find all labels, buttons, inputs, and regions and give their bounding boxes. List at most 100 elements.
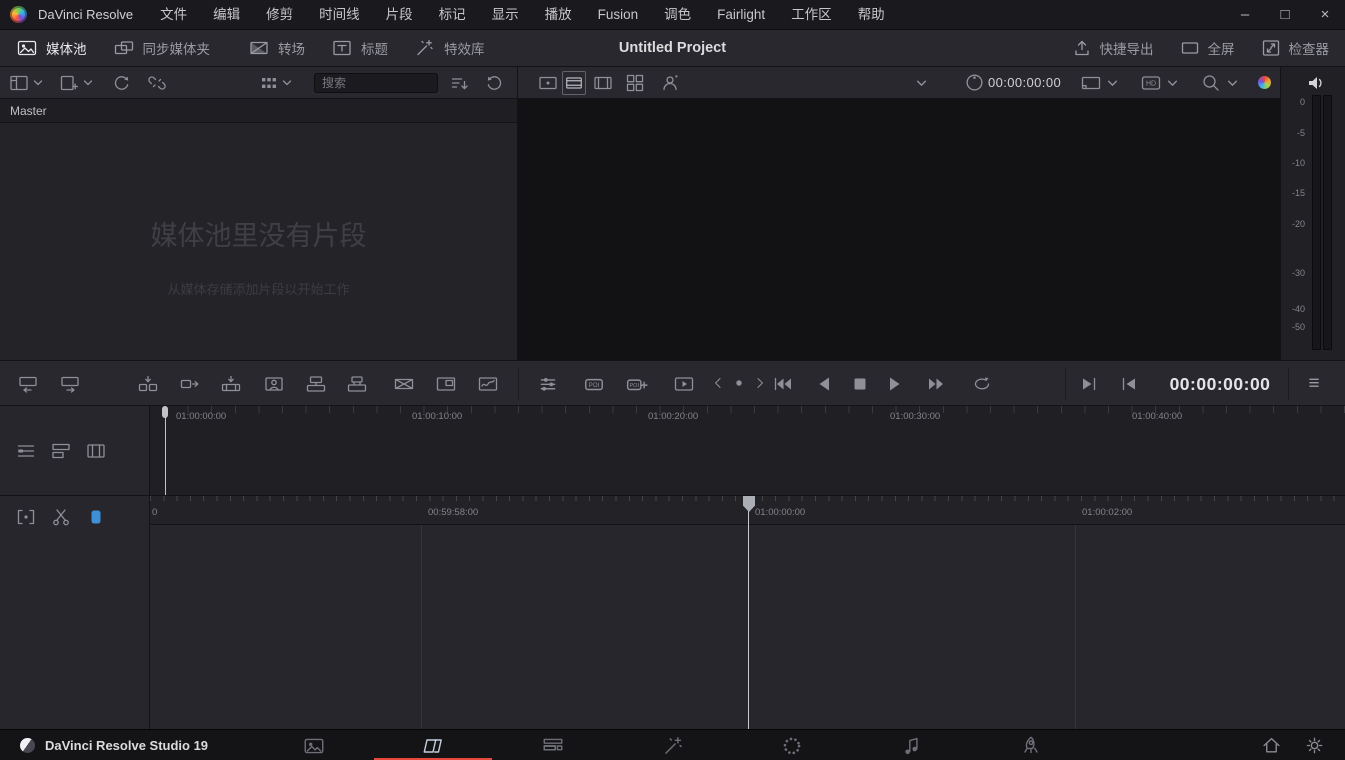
menu-edit[interactable]: 编辑 <box>200 0 253 30</box>
picture-in-picture-icon[interactable] <box>435 373 457 395</box>
page-fusion-button[interactable] <box>613 730 733 760</box>
transport-timecode[interactable]: 00:00:00:00 <box>1160 361 1280 407</box>
effects-button[interactable]: 特效库 <box>414 30 485 66</box>
home-icon[interactable] <box>1261 735 1282 756</box>
transitions-button[interactable]: 转场 <box>248 30 305 66</box>
menu-clip[interactable]: 片段 <box>373 0 426 30</box>
view-mode-chevron-icon[interactable] <box>282 79 292 87</box>
menu-timeline[interactable]: 时间线 <box>306 0 373 30</box>
stop-icon[interactable] <box>849 373 871 395</box>
shuttle-forward-icon[interactable] <box>752 375 768 391</box>
menu-file[interactable]: 文件 <box>147 0 200 30</box>
playback-settings-icon[interactable] <box>537 373 559 395</box>
menu-fairlight[interactable]: Fairlight <box>704 0 778 30</box>
proxy-hd-icon[interactable]: HD <box>1140 72 1162 94</box>
import-media-icon[interactable] <box>58 72 80 94</box>
search-input[interactable] <box>314 73 438 93</box>
play-icon[interactable] <box>884 373 906 395</box>
smart-insert-icon[interactable] <box>137 373 159 395</box>
relink-media-icon[interactable] <box>111 73 131 93</box>
in-out-range-icon[interactable] <box>15 506 37 528</box>
play-clip-icon[interactable] <box>673 373 695 395</box>
sort-icon[interactable] <box>449 73 469 93</box>
bin-header[interactable]: Master <box>0 99 517 123</box>
first-frame-icon[interactable] <box>772 373 794 395</box>
ai-reframe-icon[interactable] <box>659 72 681 94</box>
maximize-button[interactable]: □ <box>1265 0 1305 29</box>
proxy-chevron-icon[interactable] <box>1167 79 1178 88</box>
settings-gear-icon[interactable] <box>1304 735 1325 756</box>
refresh-icon[interactable] <box>485 73 505 93</box>
prev-edit-icon[interactable] <box>1118 373 1140 395</box>
loop-icon[interactable] <box>971 373 993 395</box>
last-frame-icon[interactable] <box>926 373 948 395</box>
timeline-view-icon[interactable] <box>592 72 614 94</box>
menu-view[interactable]: 显示 <box>479 0 532 30</box>
timeline-options-menu-icon[interactable]: ≡ <box>1302 361 1326 407</box>
page-color-button[interactable] <box>732 730 852 760</box>
lower-timeline[interactable]: 0 00:59:58:00 01:00:00:00 01:00:02:00 <box>150 496 1345 729</box>
viewer-panel[interactable] <box>518 99 1280 360</box>
titles-button[interactable]: 标题 <box>331 30 388 66</box>
ripple-overwrite-icon[interactable] <box>220 373 242 395</box>
fullscreen-button[interactable]: 全屏 <box>1180 30 1235 66</box>
menu-workspace[interactable]: 工作区 <box>778 0 845 30</box>
menu-playback[interactable]: 播放 <box>532 0 585 30</box>
page-edit-button[interactable] <box>493 730 613 760</box>
inspector-button[interactable]: 检查器 <box>1261 30 1330 66</box>
poi-icon[interactable]: POI <box>583 373 605 395</box>
clip-name-dropdown-icon[interactable] <box>916 79 927 88</box>
upper-timeline[interactable]: 01:00:00:00 01:00:10:00 01:00:20:00 01:0… <box>150 406 1345 496</box>
unlink-clip-icon[interactable] <box>147 73 167 93</box>
close-up-icon[interactable] <box>263 373 285 395</box>
smooth-cut-icon[interactable] <box>477 373 499 395</box>
page-deliver-button[interactable] <box>971 730 1091 760</box>
play-reverse-icon[interactable] <box>813 373 835 395</box>
menu-fusion[interactable]: Fusion <box>585 0 652 30</box>
resolution-chevron-icon[interactable] <box>1107 79 1118 88</box>
next-edit-icon[interactable] <box>1078 373 1100 395</box>
menu-mark[interactable]: 标记 <box>426 0 479 30</box>
bin-list-chevron-icon[interactable] <box>33 79 43 87</box>
menu-color[interactable]: 调色 <box>651 0 704 30</box>
media-pool-button[interactable]: 媒体池 <box>16 30 87 66</box>
mix-transition-icon[interactable] <box>393 373 415 395</box>
shuttle-stop-icon[interactable] <box>731 375 747 391</box>
source-overwrite-icon[interactable] <box>346 373 368 395</box>
source-tape-view-icon[interactable] <box>562 71 586 95</box>
close-button[interactable]: × <box>1305 0 1345 29</box>
upper-playhead[interactable] <box>165 406 166 495</box>
bin-list-icon[interactable] <box>8 72 30 94</box>
shuttle-reverse-icon[interactable] <box>710 375 726 391</box>
split-clip-icon[interactable] <box>50 506 72 528</box>
track-view-icon[interactable] <box>50 440 72 462</box>
color-management-icon[interactable] <box>1258 76 1271 89</box>
thumbnail-view-icon[interactable] <box>259 73 279 93</box>
page-cut-button[interactable] <box>373 730 493 760</box>
add-marker-icon[interactable] <box>85 506 107 528</box>
sync-bin-button[interactable]: 同步媒体夹 <box>113 30 211 66</box>
resolution-icon[interactable] <box>1080 72 1102 94</box>
menu-help[interactable]: 帮助 <box>845 0 898 30</box>
page-media-button[interactable] <box>254 730 374 760</box>
page-fairlight-button[interactable] <box>852 730 972 760</box>
lower-playhead[interactable] <box>748 496 749 729</box>
trim-in-icon[interactable] <box>17 373 39 395</box>
place-on-top-icon[interactable] <box>305 373 327 395</box>
source-clip-view-icon[interactable] <box>537 72 559 94</box>
multicam-view-icon[interactable] <box>624 72 646 94</box>
trim-out-icon[interactable] <box>59 373 81 395</box>
viewer-timecode[interactable]: 00:00:00:00 <box>988 67 1061 99</box>
minimize-button[interactable]: – <box>1225 0 1265 29</box>
import-media-chevron-icon[interactable] <box>83 79 93 87</box>
upper-playhead-handle[interactable] <box>162 406 168 418</box>
timeline-options-icon[interactable] <box>15 440 37 462</box>
append-clip-icon[interactable] <box>179 373 201 395</box>
add-poi-icon[interactable]: POI <box>626 373 648 395</box>
zoom-level-icon[interactable] <box>1200 72 1222 94</box>
jog-wheel-icon[interactable] <box>964 72 985 93</box>
menu-trim[interactable]: 修剪 <box>253 0 306 30</box>
quick-export-button[interactable]: 快捷导出 <box>1072 30 1154 66</box>
zoom-chevron-icon[interactable] <box>1227 79 1238 88</box>
film-view-icon[interactable] <box>85 440 107 462</box>
